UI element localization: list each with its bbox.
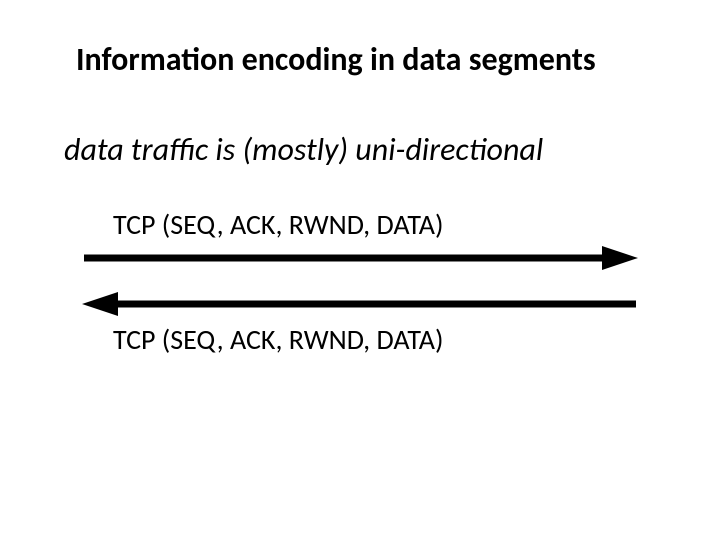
arrow-bottom-label: TCP (SEQ, ACK, RWND, DATA) [113,322,443,357]
slide-subtitle: data traffic is (mostly) uni-directional [64,130,670,169]
arrow-left-icon [82,292,636,316]
slide: Information encoding in data segments da… [0,0,720,540]
arrows-diagram [80,244,640,324]
arrow-top-label: TCP (SEQ, ACK, RWND, DATA) [113,207,443,242]
arrow-right-icon [84,246,638,270]
slide-title: Information encoding in data segments [76,40,660,79]
